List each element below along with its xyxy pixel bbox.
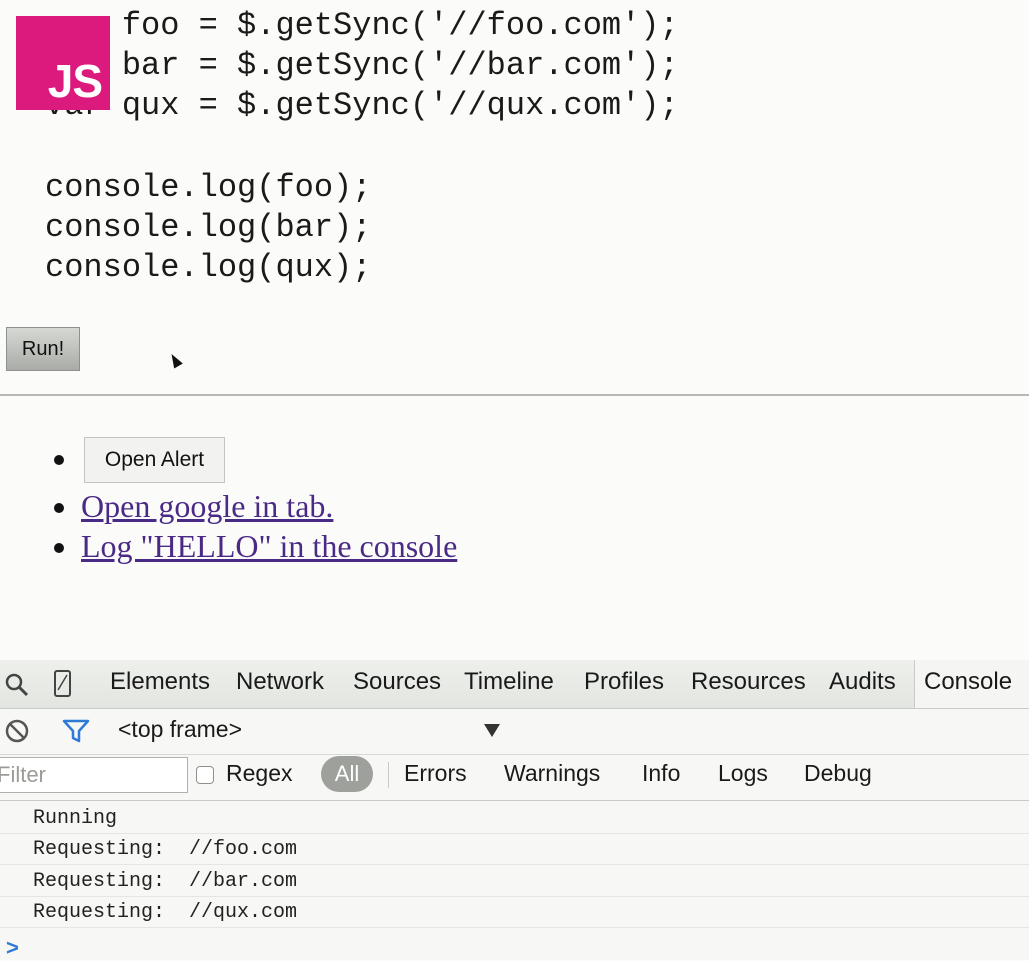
clear-console-icon[interactable] <box>4 718 30 744</box>
tab-resources[interactable]: Resources <box>691 668 806 696</box>
tab-network[interactable]: Network <box>236 668 324 696</box>
code-line: console.log(qux); <box>45 249 372 286</box>
level-debug-button[interactable]: Debug <box>804 760 872 787</box>
filter-input[interactable]: Filter <box>0 757 188 793</box>
level-warnings-button[interactable]: Warnings <box>504 760 600 787</box>
tab-audits[interactable]: Audits <box>829 668 896 696</box>
level-errors-button[interactable]: Errors <box>404 760 467 787</box>
filter-icon[interactable] <box>62 718 90 744</box>
devtools-tab-bar: Elements Network Sources Timeline Profil… <box>0 660 1029 709</box>
code-line: var qux = $.getSync('//qux.com'); <box>45 87 679 124</box>
divider <box>0 394 1029 396</box>
chevron-down-icon[interactable] <box>484 724 500 738</box>
open-alert-button[interactable]: Open Alert <box>84 437 225 483</box>
regex-checkbox[interactable] <box>196 766 214 784</box>
run-button[interactable]: Run! <box>6 327 80 371</box>
open-google-link[interactable]: Open google in tab. <box>81 488 333 525</box>
level-info-button[interactable]: Info <box>642 760 680 787</box>
level-logs-button[interactable]: Logs <box>718 760 768 787</box>
regex-label: Regex <box>226 760 293 786</box>
console-prompt-icon[interactable]: > <box>6 935 19 961</box>
tab-elements[interactable]: Elements <box>110 668 210 696</box>
tab-sources[interactable]: Sources <box>353 668 441 696</box>
bullet-icon <box>54 503 64 513</box>
code-line: console.log(foo); <box>45 169 372 206</box>
tab-profiles[interactable]: Profiles <box>584 668 664 696</box>
console-message: Requesting: //bar.com <box>0 866 1029 897</box>
filter-bar: Filter Regex All Errors Warnings Info Lo… <box>0 754 1029 801</box>
console-message: Requesting: //foo.com <box>0 834 1029 865</box>
mouse-cursor-icon <box>167 351 183 369</box>
separator <box>388 762 389 788</box>
js-logo: JS <box>16 16 110 110</box>
code-line: foo = $.getSync('//foo.com'); <box>45 7 679 44</box>
code-line: console.log(bar); <box>45 209 372 246</box>
console-message: Running <box>0 803 1029 834</box>
bullet-icon <box>54 543 64 553</box>
bullet-icon <box>54 455 64 465</box>
tab-console[interactable]: Console <box>924 668 1012 696</box>
level-all-button[interactable]: All <box>321 756 373 792</box>
log-hello-link[interactable]: Log "HELLO" in the console <box>81 528 457 565</box>
console-message: Requesting: //qux.com <box>0 897 1029 928</box>
console-toolbar: <top frame> <box>0 708 1029 755</box>
device-mode-icon[interactable] <box>52 670 74 698</box>
frame-select[interactable]: <top frame> <box>118 716 242 743</box>
devtools-panel: Elements Network Sources Timeline Profil… <box>0 660 1029 960</box>
tab-timeline[interactable]: Timeline <box>464 668 554 696</box>
search-icon[interactable] <box>4 672 30 698</box>
code-line: bar = $.getSync('//bar.com'); <box>45 47 679 84</box>
